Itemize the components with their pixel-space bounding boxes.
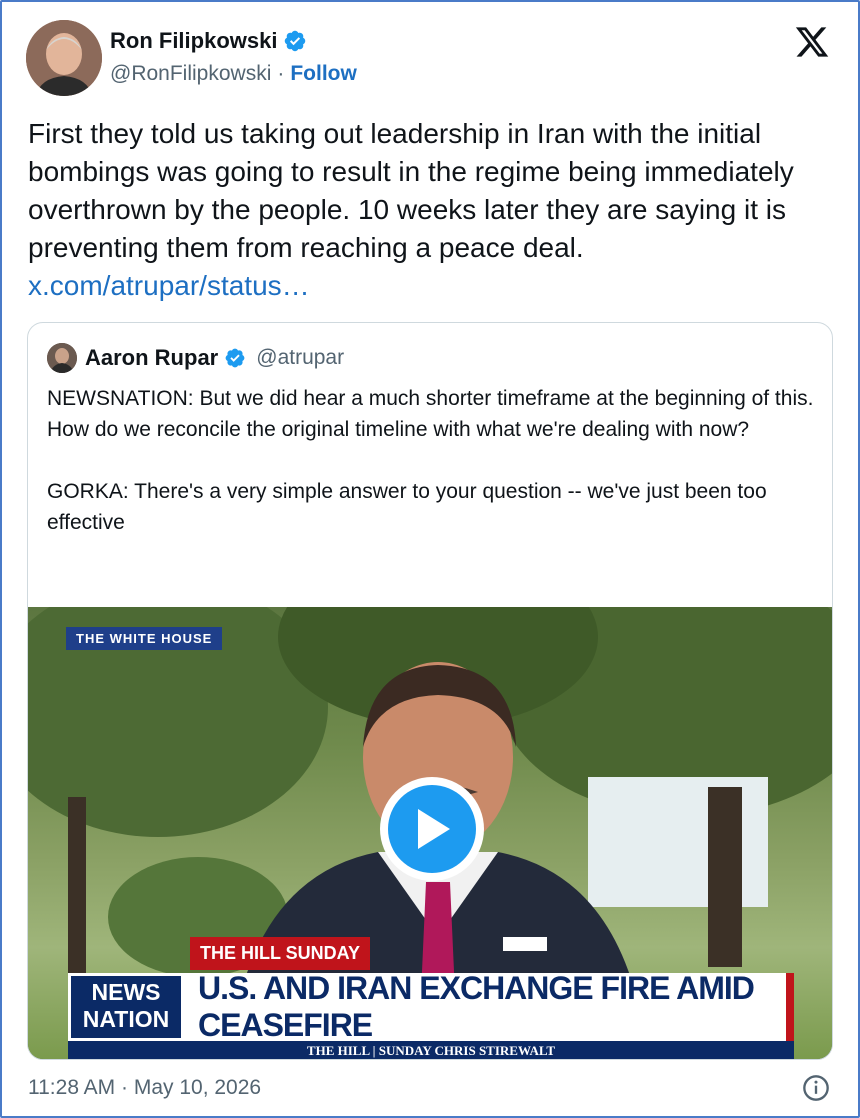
location-tag: THE WHITE HOUSE bbox=[66, 627, 223, 650]
verified-badge-icon bbox=[285, 30, 306, 52]
video-player[interactable]: THE WHITE HOUSE THE HILL SUNDAY NEWS NAT… bbox=[28, 607, 832, 1059]
author-avatar[interactable] bbox=[26, 20, 102, 96]
headline-accent bbox=[786, 973, 794, 1041]
tweet-timestamp[interactable]: 11:28 AM · May 10, 2026 bbox=[28, 1076, 261, 1100]
tweet-body: First they told us taking out leadership… bbox=[28, 118, 794, 263]
quoted-tweet[interactable]: Aaron Rupar @atrupar NEWSNATION: But we … bbox=[27, 322, 833, 1060]
play-icon bbox=[418, 809, 450, 849]
play-icon-circle bbox=[388, 785, 476, 873]
author-handle-row: @RonFilipkowski · Follow bbox=[110, 62, 357, 86]
network-line2: NATION bbox=[82, 1006, 170, 1032]
quoted-name[interactable]: Aaron Rupar bbox=[85, 345, 218, 371]
tweet-link[interactable]: x.com/atrupar/status… bbox=[28, 270, 310, 301]
author-name[interactable]: Ron Filipkowski bbox=[110, 28, 277, 54]
info-icon[interactable] bbox=[802, 1074, 830, 1102]
quoted-avatar[interactable] bbox=[47, 343, 77, 373]
quoted-name-row: Aaron Rupar @atrupar bbox=[85, 345, 344, 371]
tweet-text: First they told us taking out leadership… bbox=[28, 115, 828, 305]
network-logo: NEWS NATION bbox=[68, 973, 184, 1041]
lower-third: THE HILL SUNDAY NEWS NATION U.S. AND IRA… bbox=[28, 937, 832, 1059]
quoted-text: NEWSNATION: But we did hear a much short… bbox=[47, 387, 814, 534]
x-logo-icon[interactable] bbox=[794, 24, 830, 60]
author-handle[interactable]: @RonFilipkowski bbox=[110, 62, 271, 86]
separator-dot: · bbox=[277, 62, 285, 85]
quoted-handle[interactable]: @atrupar bbox=[256, 346, 344, 370]
show-subbar: THE HILL | SUNDAY CHRIS STIREWALT bbox=[68, 1041, 794, 1059]
follow-button[interactable]: Follow bbox=[290, 62, 357, 86]
author-name-row: Ron Filipkowski bbox=[110, 28, 307, 54]
play-button[interactable] bbox=[380, 777, 484, 881]
verified-badge-icon bbox=[225, 348, 245, 368]
network-line1: NEWS bbox=[91, 979, 161, 1005]
show-tag: THE HILL SUNDAY bbox=[190, 937, 371, 970]
news-headline: U.S. AND IRAN EXCHANGE FIRE AMID CEASEFI… bbox=[184, 970, 794, 1043]
